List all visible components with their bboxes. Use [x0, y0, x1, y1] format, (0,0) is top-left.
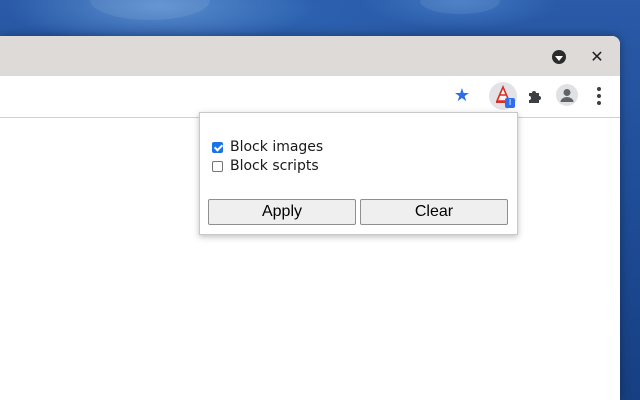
wallpaper-highlight — [90, 0, 210, 20]
person-icon — [560, 89, 574, 102]
kebab-dot — [597, 101, 601, 105]
tab-strip: ✕ — [0, 36, 620, 76]
block-scripts-label: Block scripts — [230, 158, 319, 174]
window-close-button[interactable]: ✕ — [586, 45, 608, 67]
bookmark-star-button[interactable]: ★ — [452, 86, 472, 106]
extensions-menu-button[interactable] — [524, 85, 546, 107]
puzzle-icon — [529, 91, 541, 103]
extension-popup: Block images Block scripts Apply Clear — [199, 112, 518, 235]
profile-button[interactable] — [556, 84, 578, 106]
chevron-down-icon — [552, 50, 566, 64]
kebab-dot — [597, 94, 601, 98]
wallpaper-highlight — [420, 0, 500, 14]
apply-button[interactable]: Apply — [208, 199, 356, 225]
tab-search-button[interactable] — [548, 46, 570, 68]
star-icon: ★ — [453, 85, 471, 106]
close-icon: ✕ — [590, 46, 604, 66]
block-scripts-option[interactable]: Block scripts — [212, 157, 319, 175]
block-images-checkbox[interactable] — [212, 141, 223, 153]
browser-menu-button[interactable] — [591, 85, 607, 107]
block-scripts-checkbox[interactable] — [212, 160, 223, 172]
block-images-label: Block images — [230, 139, 324, 155]
extension-action-button[interactable]: I — [489, 82, 517, 110]
clear-button[interactable]: Clear — [360, 199, 508, 225]
extension-badge: I — [505, 98, 515, 108]
kebab-dot — [597, 87, 601, 91]
block-images-option[interactable]: Block images — [212, 138, 323, 156]
